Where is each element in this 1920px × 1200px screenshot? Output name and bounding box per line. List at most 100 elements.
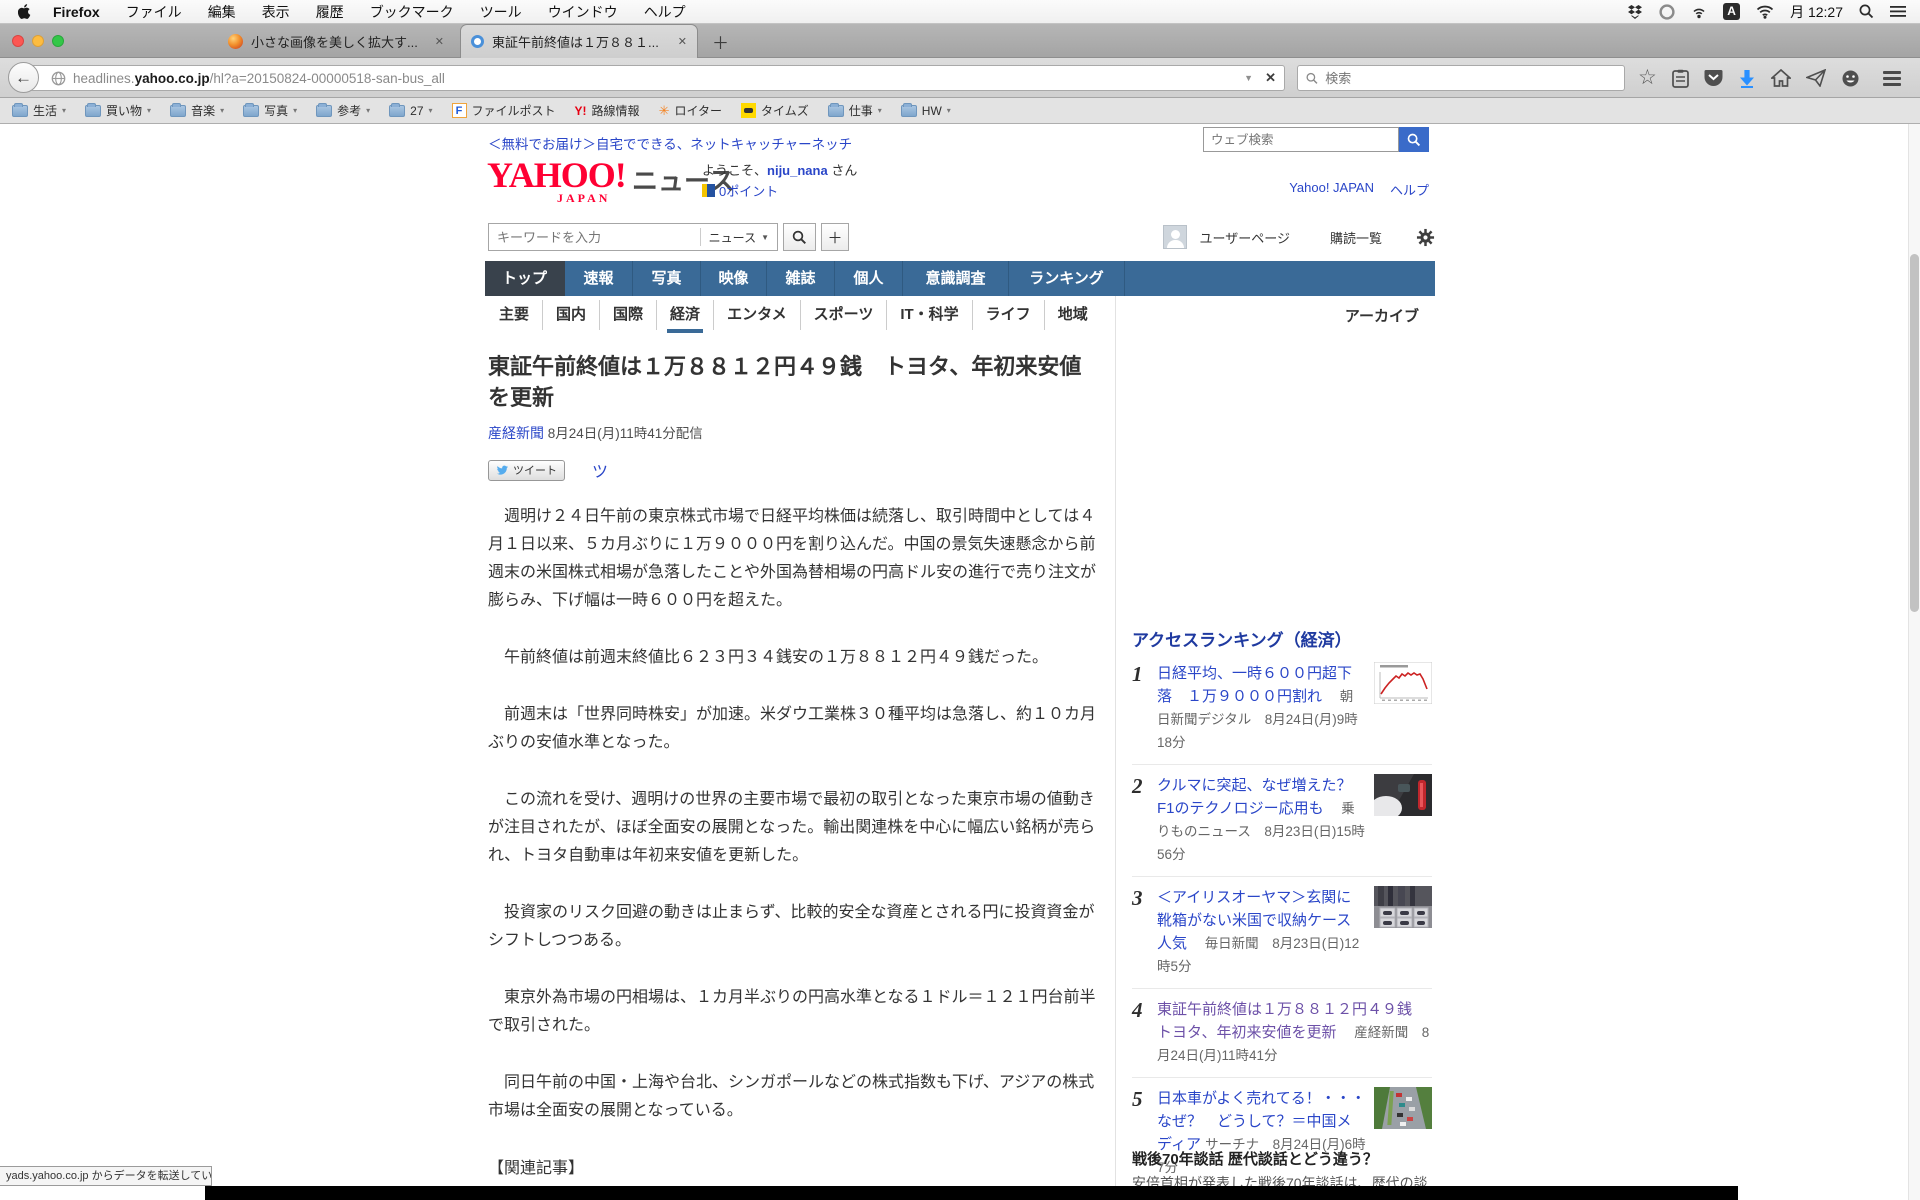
menu-history[interactable]: 履歴 — [316, 2, 344, 22]
window-minimize-button[interactable] — [32, 35, 44, 47]
menu-file[interactable]: ファイル — [126, 2, 182, 22]
menu-firefox[interactable]: Firefox — [53, 4, 100, 20]
menu-tools[interactable]: ツール — [480, 2, 522, 22]
subnav-it-science[interactable]: IT・科学 — [886, 300, 971, 330]
tab-ranking[interactable]: ランキング — [1009, 261, 1125, 296]
creative-cloud-icon[interactable] — [1659, 4, 1675, 20]
article-source-link[interactable]: 産経新聞 — [488, 425, 544, 441]
points-link[interactable]: 0ポイント — [702, 181, 778, 200]
page-scrollbar-track[interactable] — [1908, 124, 1920, 1200]
share-plane-icon[interactable] — [1806, 69, 1826, 87]
input-method-badge[interactable]: A — [1723, 3, 1740, 20]
url-text[interactable]: headlines.yahoo.co.jp/hl?a=20150824-0000… — [73, 71, 1234, 86]
tab-top[interactable]: トップ — [485, 261, 565, 296]
tab2-close-icon[interactable]: ✕ — [678, 35, 687, 48]
bookmark-transit[interactable]: Y!路線情報 — [575, 102, 640, 119]
tab-survey[interactable]: 意識調査 — [903, 261, 1009, 296]
menu-help[interactable]: ヘルプ — [644, 2, 686, 22]
tab-photo[interactable]: 写真 — [633, 261, 701, 296]
window-close-button[interactable] — [12, 35, 24, 47]
promo-ad-link[interactable]: ＜無料でお届け＞自宅でできる、ネットキャッチャーネッチ — [488, 133, 852, 153]
subnav-life[interactable]: ライフ — [972, 300, 1044, 330]
storage-thumbnail[interactable] — [1374, 886, 1432, 928]
keyword-search-box[interactable]: ニュース▼ — [488, 223, 778, 251]
subnav-domestic[interactable]: 国内 — [542, 300, 599, 330]
line-share-glyph[interactable]: ツ — [592, 458, 608, 482]
tab-personal[interactable]: 個人 — [835, 261, 903, 296]
antenna-icon[interactable] — [1691, 5, 1707, 19]
subnav-economy[interactable]: 経済 — [656, 300, 713, 330]
search-scope-dropdown[interactable]: ニュース▼ — [700, 228, 777, 246]
feedback-smiley-icon[interactable] — [1841, 69, 1860, 88]
url-bar[interactable]: headlines.yahoo.co.jp/hl?a=20150824-0000… — [30, 65, 1285, 91]
bookmark-folder-music[interactable]: 音楽▾ — [170, 102, 224, 119]
tab-magazine[interactable]: 雑誌 — [767, 261, 835, 296]
browser-search-input[interactable] — [1325, 71, 1616, 86]
new-tab-button[interactable]: ＋ — [712, 29, 729, 54]
pocket-icon[interactable] — [1704, 69, 1723, 87]
traffic-thumbnail[interactable] — [1374, 1087, 1432, 1129]
downloads-icon[interactable] — [1738, 69, 1756, 88]
bookmark-folder-shopping[interactable]: 買い物▾ — [85, 102, 151, 119]
subnav-sports[interactable]: スポーツ — [800, 300, 887, 330]
help-link[interactable]: ヘルプ — [1390, 180, 1429, 199]
menu-bookmarks[interactable]: ブックマーク — [370, 2, 454, 22]
window-zoom-button[interactable] — [52, 35, 64, 47]
username-link[interactable]: niju_nana — [767, 163, 828, 178]
tab1-close-icon[interactable]: ✕ — [435, 35, 444, 48]
menubar-clock[interactable]: 月 12:27 — [1790, 2, 1843, 22]
menu-view[interactable]: 表示 — [262, 2, 290, 22]
hamburger-menu-icon[interactable] — [1883, 71, 1901, 86]
site-identity-globe-icon[interactable] — [51, 71, 66, 86]
menu-edit[interactable]: 編集 — [208, 2, 236, 22]
stop-loading-icon[interactable]: ✕ — [1265, 70, 1276, 86]
welcome-message: ようこそ、niju_nana さん — [702, 160, 857, 179]
user-avatar[interactable] — [1163, 225, 1187, 249]
bookmark-folder-27[interactable]: 27▾ — [389, 104, 432, 118]
wifi-icon[interactable] — [1756, 5, 1774, 19]
browser-search-field[interactable] — [1297, 65, 1625, 91]
subscriptions-link[interactable]: 購読一覧 — [1330, 228, 1382, 247]
extra-section-heading[interactable]: 戦後70年談話 歴代談話とどう違う？ — [1132, 1148, 1378, 1169]
dropbox-icon[interactable] — [1627, 5, 1643, 19]
keyword-search-input[interactable] — [489, 230, 700, 245]
bookmark-reuters[interactable]: ✳ロイター — [659, 102, 722, 119]
web-search-button[interactable] — [1399, 127, 1429, 152]
subnav-main[interactable]: 主要 — [485, 300, 542, 330]
browser-tab-1[interactable]: 小さな画像を美しく拡大す... ✕ — [218, 24, 454, 58]
add-keyword-button[interactable]: ＋ — [821, 223, 849, 251]
bookmark-folder-hw[interactable]: HW▾ — [901, 104, 951, 118]
bookmark-star-icon[interactable]: ☆ — [1638, 68, 1657, 88]
ranking-link-1[interactable]: 日経平均、一時６００円超下落 １万９０００円割れ — [1157, 665, 1352, 705]
apple-icon[interactable] — [18, 4, 31, 19]
menu-window[interactable]: ウインドウ — [548, 2, 618, 22]
tab-video[interactable]: 映像 — [701, 261, 767, 296]
tab-flash[interactable]: 速報 — [565, 261, 633, 296]
page-scrollbar-thumb[interactable] — [1910, 254, 1919, 612]
reading-list-icon[interactable] — [1672, 69, 1689, 88]
sidebar: アクセスランキング（経済） 1 日経平均、一時６００円超下落 １万９０００円割れ… — [1115, 296, 1435, 1200]
browser-tab-2-active[interactable]: 東証午前終値は１万８８１... ✕ — [460, 24, 698, 58]
url-dropdown-icon[interactable]: ▼ — [1244, 73, 1253, 83]
spotlight-icon[interactable] — [1859, 4, 1874, 19]
settings-gear-icon[interactable] — [1416, 228, 1435, 247]
bookmark-folder-photo[interactable]: 写真▾ — [243, 102, 297, 119]
userpage-link[interactable]: ユーザーページ — [1200, 228, 1290, 247]
yahoo-japan-link[interactable]: Yahoo! JAPAN — [1289, 180, 1374, 199]
news-search-button[interactable] — [783, 223, 816, 251]
chart-thumbnail[interactable] — [1374, 662, 1432, 704]
subnav-region[interactable]: 地域 — [1044, 300, 1101, 330]
bookmark-folder-life[interactable]: 生活▾ — [12, 102, 66, 119]
bookmark-folder-work[interactable]: 仕事▾ — [828, 102, 882, 119]
home-icon[interactable] — [1771, 69, 1791, 87]
web-search-input[interactable] — [1203, 127, 1399, 152]
back-button[interactable]: ← — [8, 62, 39, 93]
bookmark-times[interactable]: タイムズ — [741, 102, 809, 119]
notification-center-icon[interactable] — [1890, 5, 1906, 18]
subnav-entertainment[interactable]: エンタメ — [713, 300, 800, 330]
subnav-world[interactable]: 国際 — [599, 300, 656, 330]
bookmark-filepost[interactable]: Fファイルポスト — [452, 102, 556, 119]
bookmark-folder-reference[interactable]: 参考▾ — [316, 102, 370, 119]
tweet-button[interactable]: ツイート — [488, 460, 565, 481]
car-thumbnail[interactable] — [1374, 774, 1432, 816]
